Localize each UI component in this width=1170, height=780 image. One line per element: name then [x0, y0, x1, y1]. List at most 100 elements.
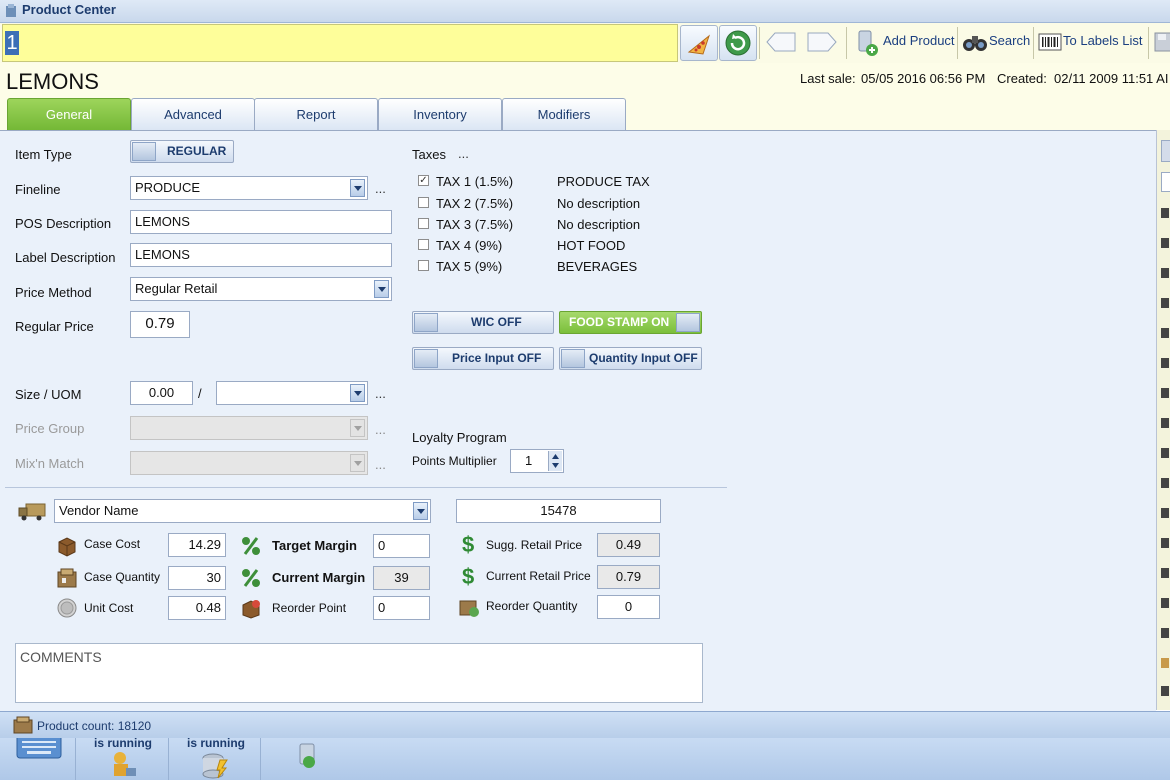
sugg-retail-price-value: 0.49	[597, 533, 660, 557]
to-labels-list-button[interactable]: To Labels List	[1063, 33, 1143, 48]
list-item-icon[interactable]	[1161, 478, 1169, 488]
list-item-icon[interactable]	[1161, 358, 1169, 368]
list-item-icon[interactable]	[1161, 598, 1169, 608]
uom-more-button[interactable]: ...	[375, 386, 386, 401]
tab-advanced[interactable]: Advanced	[131, 98, 255, 130]
list-item-icon[interactable]	[1161, 268, 1169, 278]
list-item-icon[interactable]	[1161, 686, 1169, 696]
toolbar-separator	[1148, 27, 1149, 59]
status-bar: Product count: 18120	[0, 711, 1170, 739]
unit-cost-input[interactable]: 0.48	[168, 596, 226, 620]
list-item-icon[interactable]	[1161, 298, 1169, 308]
binoculars-icon[interactable]	[962, 31, 988, 53]
tax-checkbox[interactable]	[418, 260, 429, 271]
wic-toggle[interactable]: WIC OFF	[412, 311, 554, 334]
search-button[interactable]: Search	[989, 33, 1030, 48]
chevron-down-icon[interactable]	[413, 502, 428, 520]
tab-modifiers[interactable]: Modifiers	[502, 98, 626, 130]
fineline-select[interactable]: PRODUCE	[130, 176, 368, 200]
taxes-more-button[interactable]: ...	[458, 146, 469, 161]
current-margin-value: 39	[373, 566, 430, 590]
list-item-icon[interactable]	[1161, 418, 1169, 428]
list-item-icon[interactable]	[1161, 538, 1169, 548]
list-item-icon[interactable]	[1161, 508, 1169, 518]
current-retail-price-label: Current Retail Price	[486, 569, 591, 583]
chevron-down-icon[interactable]	[350, 384, 365, 402]
forward-arrow-icon[interactable]	[806, 31, 838, 53]
svg-text:$: $	[462, 533, 474, 555]
worker-icon[interactable]	[108, 750, 138, 780]
target-margin-label: Target Margin	[272, 538, 357, 553]
refresh-button[interactable]	[719, 25, 757, 61]
price-input-toggle[interactable]: Price Input OFF	[412, 347, 554, 370]
update-icon[interactable]	[295, 742, 321, 772]
case-quantity-input[interactable]: 30	[168, 566, 226, 590]
back-arrow-icon[interactable]	[765, 31, 797, 53]
list-item-icon[interactable]	[1161, 208, 1169, 218]
size-separator: /	[198, 386, 202, 401]
list-item-icon[interactable]	[1161, 328, 1169, 338]
tax-name: TAX 1 (1.5%)	[436, 174, 514, 189]
scan-input[interactable]: 1	[2, 24, 678, 62]
created-label: Created:	[997, 71, 1047, 86]
item-type-toggle[interactable]: REGULAR	[130, 140, 234, 163]
taskbar: is running is running	[0, 736, 1170, 780]
barcode-label-icon[interactable]	[1038, 33, 1062, 51]
add-product-button[interactable]: Add Product	[883, 33, 955, 48]
item-type-label: Item Type	[15, 147, 72, 162]
tax-checkbox[interactable]: ✓	[418, 175, 429, 186]
stepper-buttons[interactable]	[548, 451, 562, 471]
uom-select[interactable]	[216, 381, 368, 405]
pos-description-input[interactable]: LEMONS	[130, 210, 392, 234]
fineline-more-button[interactable]: ...	[375, 181, 386, 196]
section-divider	[5, 487, 727, 488]
vendor-name-select[interactable]: Vendor Name	[54, 499, 431, 523]
toolbar: 1 Add Product Search To Labels List	[0, 23, 1170, 64]
save-icon[interactable]	[1154, 31, 1170, 53]
chevron-down-icon[interactable]	[374, 280, 389, 298]
list-item-icon[interactable]	[1161, 238, 1169, 248]
last-sale-value: 05/05 2016 06:56 PM	[861, 71, 986, 86]
price-method-value: Regular Retail	[135, 281, 218, 296]
toolbar-separator	[1033, 27, 1034, 59]
regular-price-input[interactable]: 0.79	[130, 311, 190, 338]
target-margin-input[interactable]: 0	[373, 534, 430, 558]
list-item-icon[interactable]	[1161, 658, 1169, 668]
vendor-code-input[interactable]: 15478	[456, 499, 661, 523]
database-icon[interactable]	[200, 750, 230, 780]
refresh-icon	[725, 30, 751, 56]
points-multiplier-stepper[interactable]: 1	[510, 449, 564, 473]
current-margin-label: Current Margin	[272, 570, 366, 585]
list-header-button[interactable]	[1161, 140, 1170, 162]
unit-cost-label: Unit Cost	[84, 601, 134, 615]
keyboard-icon[interactable]	[15, 738, 63, 760]
tax-checkbox[interactable]	[418, 197, 429, 208]
price-method-select[interactable]: Regular Retail	[130, 277, 392, 301]
tax-checkbox[interactable]	[418, 239, 429, 250]
tab-report[interactable]: Report	[254, 98, 378, 130]
taskbar-item-status: is running	[187, 736, 245, 750]
reorder-point-input[interactable]: 0	[373, 596, 430, 620]
list-item-icon[interactable]	[1161, 628, 1169, 638]
label-description-input[interactable]: LEMONS	[130, 243, 392, 267]
product-list-strip[interactable]	[1156, 130, 1170, 710]
food-stamp-toggle[interactable]: FOOD STAMP ON	[559, 311, 702, 334]
list-item-icon[interactable]	[1161, 388, 1169, 398]
pizza-button[interactable]	[680, 25, 718, 61]
list-item-icon[interactable]	[1161, 568, 1169, 578]
comments-textarea[interactable]: COMMENTS	[15, 643, 703, 703]
tax-checkbox[interactable]	[418, 218, 429, 229]
list-search-field[interactable]	[1161, 172, 1170, 192]
list-item-icon[interactable]	[1161, 448, 1169, 458]
chevron-down-icon	[350, 454, 365, 472]
size-input[interactable]: 0.00	[130, 381, 193, 405]
size-uom-label: Size / UOM	[15, 387, 82, 402]
app-icon	[6, 4, 16, 17]
tab-inventory[interactable]: Inventory	[378, 98, 502, 130]
case-cost-input[interactable]: 14.29	[168, 533, 226, 557]
quantity-input-toggle[interactable]: Quantity Input OFF	[559, 347, 702, 370]
chevron-down-icon[interactable]	[350, 179, 365, 197]
tab-general[interactable]: General	[7, 98, 131, 130]
add-product-icon[interactable]	[853, 28, 881, 58]
reorder-quantity-input[interactable]: 0	[597, 595, 660, 619]
